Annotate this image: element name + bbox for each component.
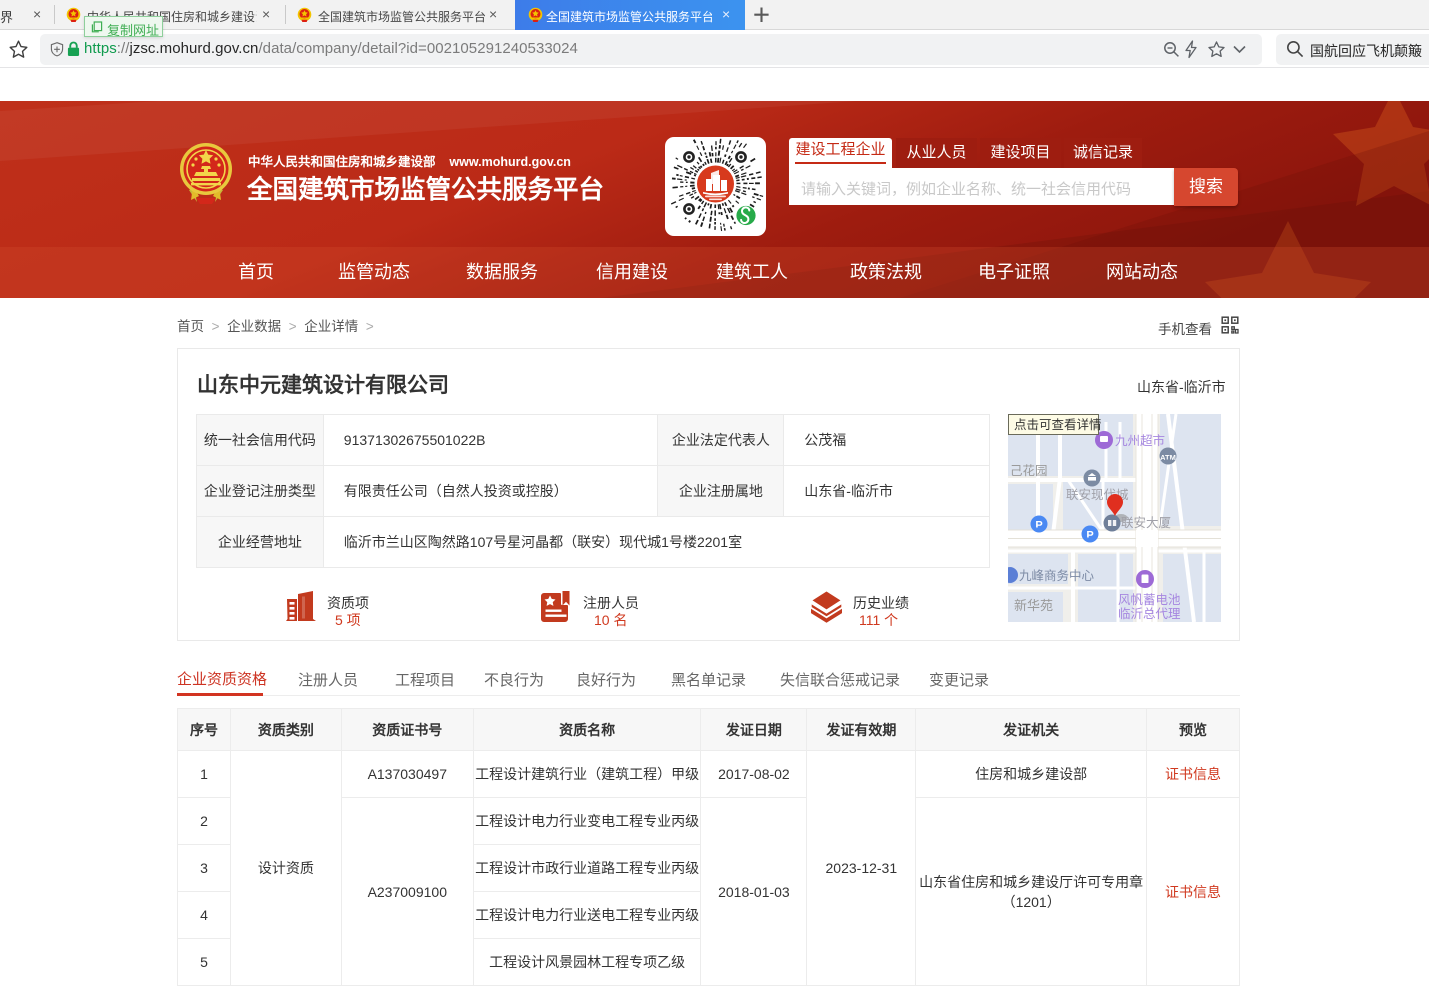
- svg-text:己花园: 己花园: [1010, 463, 1048, 478]
- svg-text:九州超市: 九州超市: [1115, 433, 1165, 448]
- svg-text:新华苑: 新华苑: [1014, 598, 1053, 613]
- svg-text:九峰商务中心: 九峰商务中心: [1019, 568, 1095, 583]
- svg-text:联安大厦: 联安大厦: [1121, 515, 1171, 530]
- svg-text:风帆蓄电池: 风帆蓄电池: [1118, 592, 1181, 607]
- svg-text:临沂总代理: 临沂总代理: [1118, 607, 1181, 621]
- svg-text:点击可查看详情: 点击可查看详情: [1014, 417, 1102, 432]
